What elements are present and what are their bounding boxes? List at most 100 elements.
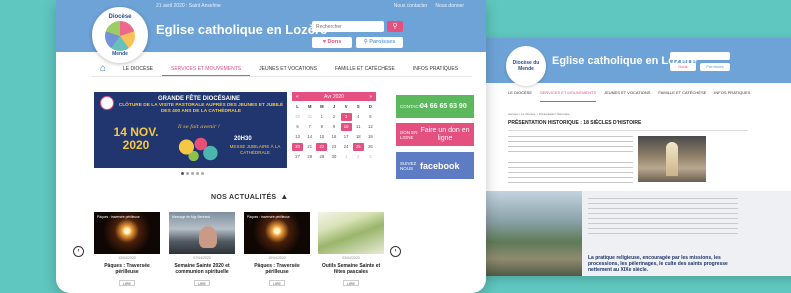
calendar-day[interactable]: 30 [328,153,339,161]
news-next-arrow-icon[interactable]: › [390,246,401,257]
calendar-day[interactable]: 30 [292,113,303,121]
give-link[interactable]: Nous donner [435,3,464,9]
prev-month-icon[interactable]: « [296,94,299,100]
calendar-day[interactable]: 20 [292,143,304,151]
contact-link[interactable]: Nous contacter [394,3,428,9]
search-input[interactable] [312,21,384,32]
weekday-label: L [296,104,299,109]
back-parishes-button[interactable]: Paroisses [700,63,730,71]
news-date: 03/04/2020 [342,256,360,260]
bishop-thumbnail: Message de Mgr Bertrand [169,212,235,254]
calendar-day[interactable]: 5 [365,113,376,121]
site-title: Eglise catholique en Lozère [156,22,328,37]
calendar-header: « Avr 2020 » [292,92,376,101]
calendar-day[interactable]: 18 [353,133,364,141]
carousel-dot[interactable] [196,172,199,175]
calendar-day[interactable]: 12 [365,123,376,131]
calendar-day[interactable]: 15 [316,133,327,141]
calendar-day[interactable]: 1 [341,153,352,161]
calendar-day[interactable]: 25 [352,143,364,151]
calendar-day[interactable]: 4 [353,113,364,121]
calendar-day[interactable]: 28 [304,153,315,161]
back-nav-item[interactable]: JEUNES ET VOCATIONS [604,90,650,102]
back-nav-item[interactable]: FAMILLE ET CATÉCHÈSE [658,90,706,102]
back-header: Diocèse du Mende Eglise catholique en Lo… [470,38,791,86]
calendar-day[interactable]: 29 [316,153,327,161]
back-quote-text: La pratique religieuse, encouragée par l… [588,255,728,273]
carousel-dot[interactable] [191,172,194,175]
read-button[interactable]: LIRE [269,280,285,286]
logo-emblem [105,20,135,51]
calendar-day[interactable]: 3 [340,113,352,121]
back-logo: Diocèse du Mende [506,46,546,86]
contact-button[interactable]: CONTACT 04 66 65 63 90 [396,95,474,118]
read-button[interactable]: LIRE [194,280,210,286]
calendar-day[interactable]: 6 [292,123,303,131]
home-icon[interactable]: ⌂ [92,62,114,76]
fb-label: SUIVEZ NOUS [400,160,417,171]
bell-icon: ▲ [280,192,289,201]
carousel-dot[interactable] [186,172,189,175]
carousel-dot[interactable] [181,172,184,175]
calendar-day[interactable]: 31 [304,113,315,121]
diocese-logo[interactable]: Diocèse Mende [92,7,148,63]
nav-item-info[interactable]: INFOS PRATIQUES [404,62,467,76]
nav-item-youth[interactable]: JEUNES ET VOCATIONS [250,62,326,76]
news-prev-arrow-icon[interactable]: ‹ [73,246,84,257]
back-search-input[interactable] [670,52,730,60]
calendar-day[interactable]: 21 [304,143,315,151]
next-month-icon[interactable]: » [369,94,372,100]
nav-item-diocese[interactable]: LE DIOCÈSE [114,62,162,76]
banner-script: Il se fait avenir ! [178,124,220,130]
calendar-month: Avr 2020 [324,93,344,100]
back-paragraph [508,136,633,156]
calendar-day[interactable]: 2 [328,113,339,121]
main-navigation: ⌂ LE DIOCÈSE SERVICES ET MOUVEMENTS JEUN… [92,61,472,77]
calendar-day[interactable]: 16 [328,133,339,141]
calendar-day[interactable]: 23 [328,143,339,151]
news-card[interactable]: Pâques : traversée périlleuse 10/04/2020… [94,212,160,290]
read-button[interactable]: LIRE [119,280,135,286]
calendar-day[interactable]: 14 [304,133,315,141]
calendar-day[interactable]: 22 [316,143,328,151]
weekday-label: S [356,104,360,109]
calendar-day[interactable]: 2 [353,153,364,161]
calendar-day[interactable]: 27 [292,153,303,161]
town-landscape-photo [470,191,582,276]
nav-item-family[interactable]: FAMILLE ET CATÉCHÈSE [326,62,404,76]
search-icon[interactable]: ⚲ [387,21,403,32]
back-nav-item[interactable]: LE DIOCÈSE [508,90,532,102]
back-nav-item[interactable]: SERVICES ET MOUVEMENTS [540,90,597,102]
back-divider [508,130,748,131]
events-calendar: « Avr 2020 » L M M J V S D 30 31 1 2 3 4 5 6 7 8 9… [292,92,376,176]
event-banner[interactable]: GRANDE FÊTE DIOCÉSAINE CLÔTURE DE LA VIS… [94,92,287,168]
calendar-day[interactable]: 7 [304,123,315,131]
carousel-dot[interactable] [201,172,204,175]
donate-button[interactable]: ♥ Dons [312,37,352,48]
calendar-grid: L M M J V S D 30 31 1 2 3 4 5 6 7 8 9 10 11 12 13 14 15 1… [292,103,376,161]
online-donation-button[interactable]: DON EN LIGNE Faire un don en ligne [396,123,474,146]
calendar-day[interactable]: 19 [365,133,376,141]
news-card[interactable]: Pâques : traversée périlleuse 10/04/2020… [244,212,310,290]
facebook-button[interactable]: SUIVEZ NOUS facebook [396,152,474,179]
news-card[interactable]: Message de Mgr Bertrand 07/04/2020 Semai… [169,212,235,290]
calendar-day[interactable]: 3 [365,153,376,161]
calendar-day[interactable]: 11 [353,123,364,131]
calendar-day[interactable]: 9 [328,123,339,131]
calendar-day[interactable]: 13 [292,133,303,141]
calendar-day[interactable]: 1 [316,113,327,121]
parishes-button[interactable]: ⚲ Paroisses [356,37,403,48]
calendar-day[interactable]: 26 [365,143,376,151]
calendar-day[interactable]: 10 [340,123,352,131]
back-nav-item[interactable]: INFOS PRATIQUES [714,90,750,102]
logo-line-1: Diocèse [108,13,132,20]
news-date: 07/04/2020 [193,256,211,260]
calendar-day[interactable]: 24 [341,143,352,151]
nav-item-services[interactable]: SERVICES ET MOUVEMENTS [162,62,251,76]
calendar-day[interactable]: 17 [341,133,352,141]
back-donate-button[interactable]: Dons [670,63,696,71]
news-card[interactable]: 03/04/2020 Outils Semaine Sainte et fête… [318,212,384,290]
thumb-caption: Message de Mgr Bertrand [172,215,211,219]
read-button[interactable]: LIRE [343,280,359,286]
calendar-day[interactable]: 8 [316,123,327,131]
